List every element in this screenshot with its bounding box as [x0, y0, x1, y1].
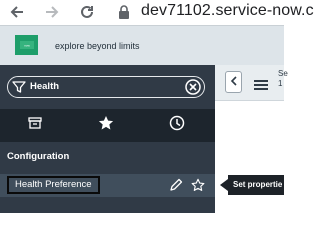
application-section-label[interactable]: Configuration [7, 151, 69, 162]
filter-icon [12, 80, 26, 94]
context-line-1: Se [278, 69, 288, 78]
star-icon [98, 115, 114, 136]
address-bar-url[interactable]: dev71102.service-now.c [141, 2, 314, 20]
module-row[interactable]: Health Preference [0, 174, 215, 197]
arrow-left-icon[interactable] [6, 1, 28, 23]
context-menu-text: Se 1 [278, 69, 288, 89]
back-button[interactable] [225, 71, 242, 93]
archive-icon [28, 116, 42, 135]
star-outline-icon[interactable] [191, 178, 205, 192]
pencil-icon[interactable] [169, 178, 183, 192]
arrow-right-icon[interactable] [41, 1, 63, 23]
context-line-2: 1 [278, 79, 283, 88]
svg-text:now: now [24, 44, 30, 48]
tooltip-arrow [220, 179, 228, 191]
clock-icon [169, 115, 185, 136]
application-navigator: Health Configuration Health Preference [0, 65, 215, 213]
hamburger-icon[interactable] [254, 77, 268, 90]
tab-favorites[interactable] [76, 109, 136, 142]
tooltip: Set propertie [228, 175, 284, 195]
module-label[interactable]: Health Preference [7, 176, 100, 194]
header-tagline: explore beyond limits [55, 41, 140, 51]
company-logo[interactable]: now [15, 35, 38, 55]
filter-navigator-input[interactable]: Health [7, 76, 205, 98]
navigator-tabs [0, 109, 215, 142]
lock-icon [115, 1, 133, 23]
filter-value: Health [30, 81, 60, 92]
content-header: Se 1 [215, 65, 288, 101]
tab-history[interactable] [147, 109, 207, 142]
reload-icon[interactable] [76, 1, 98, 23]
app-header: now explore beyond limits [0, 25, 284, 65]
tab-all-applications[interactable] [5, 109, 65, 142]
clear-icon[interactable] [185, 79, 201, 95]
chevron-left-icon [230, 73, 238, 91]
browser-toolbar: dev71102.service-now.c [0, 0, 314, 25]
